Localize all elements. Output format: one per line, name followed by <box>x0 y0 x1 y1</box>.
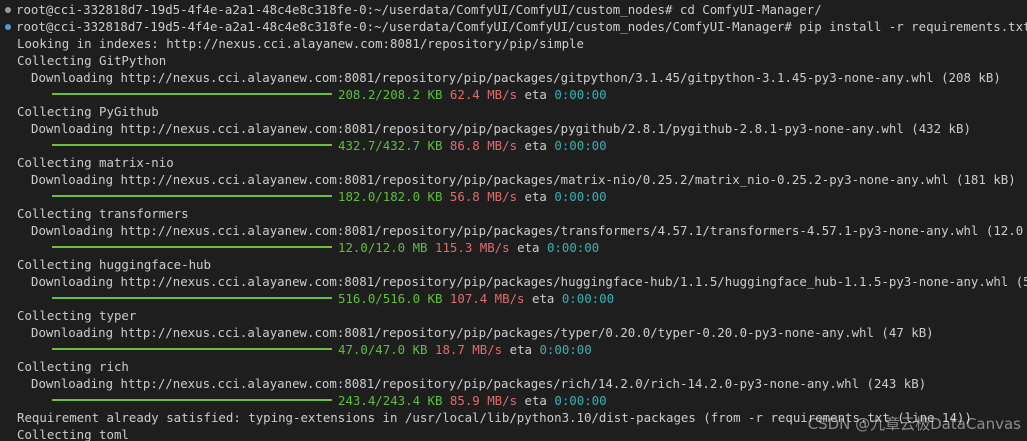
collecting-line: Collecting GitPython <box>17 53 167 68</box>
downloading-line: Downloading http://nexus.cci.alayanew.co… <box>31 172 1016 187</box>
progress-line: 432.7/432.7 KB 86.8 MB/s eta 0:00:00 <box>0 137 1027 154</box>
eta-value: 0:00:00 <box>554 393 607 408</box>
eta-label: eta <box>524 138 547 153</box>
download-speed: 56.8 MB/s <box>449 189 518 204</box>
progress-bar <box>52 93 332 95</box>
download-size: 182.0/182.0 KB <box>338 189 443 204</box>
downloading-line: Downloading http://nexus.cci.alayanew.co… <box>31 376 927 391</box>
collecting-line: Collecting huggingface-hub <box>17 257 211 272</box>
index-line: Looking in indexes: http://nexus.cci.ala… <box>17 36 584 51</box>
eta-value: 0:00:00 <box>554 138 607 153</box>
downloading-line: Downloading http://nexus.cci.alayanew.co… <box>31 223 1027 238</box>
progress-line: 208.2/208.2 KB 62.4 MB/s eta 0:00:00 <box>0 86 1027 103</box>
download-size: 47.0/47.0 KB <box>338 342 428 357</box>
eta-label: eta <box>531 291 555 306</box>
progress-bar <box>52 195 332 197</box>
download-speed: 85.9 MB/s <box>449 393 518 408</box>
progress-bar <box>52 297 332 299</box>
progress-bar <box>52 144 332 146</box>
progress-line: 243.4/243.4 KB 85.9 MB/s eta 0:00:00 <box>0 392 1027 409</box>
progress-line: 182.0/182.0 KB 56.8 MB/s eta 0:00:00 <box>0 188 1027 205</box>
progress-line: 516.0/516.0 KB 107.4 MB/s eta 0:00:00 <box>0 290 1027 307</box>
prompt-text: root@cci-332818d7-19d5-4f4e-a2a1-48c4e8c… <box>16 19 1027 34</box>
terminal-output[interactable]: root@cci-332818d7-19d5-4f4e-a2a1-48c4e8c… <box>0 0 1027 441</box>
download-size: 12.0/12.0 MB <box>338 240 428 255</box>
download-speed: 62.4 MB/s <box>449 87 518 102</box>
watermark: CSDN @九章云极DataCanvas <box>807 415 1021 433</box>
downloading-line: Downloading http://nexus.cci.alayanew.co… <box>31 325 934 340</box>
eta-value: 0:00:00 <box>561 291 615 306</box>
prompt-line-1: root@cci-332818d7-19d5-4f4e-a2a1-48c4e8c… <box>0 1 1027 18</box>
downloading-line: Downloading http://nexus.cci.alayanew.co… <box>31 121 971 136</box>
download-speed: 107.4 MB/s <box>449 291 525 306</box>
progress-bar <box>52 399 332 401</box>
collecting-line: Collecting typer <box>17 308 137 323</box>
download-size: 432.7/432.7 KB <box>338 138 443 153</box>
progress-bar <box>52 246 332 248</box>
collecting-line: Collecting PyGithub <box>17 104 159 119</box>
downloading-line: Downloading http://nexus.cci.alayanew.co… <box>31 70 1001 85</box>
download-size: 516.0/516.0 KB <box>338 291 443 306</box>
prompt-line-2: root@cci-332818d7-19d5-4f4e-a2a1-48c4e8c… <box>0 18 1027 35</box>
command-status-dot-icon <box>5 24 11 30</box>
eta-label: eta <box>517 240 540 255</box>
progress-line: 12.0/12.0 MB 115.3 MB/s eta 0:00:00 <box>0 239 1027 256</box>
downloading-line: Downloading http://nexus.cci.alayanew.co… <box>31 274 1027 289</box>
collecting-line: Collecting rich <box>17 359 129 374</box>
eta-value: 0:00:00 <box>539 342 592 357</box>
command-status-dot-icon <box>5 7 11 13</box>
prompt-text: root@cci-332818d7-19d5-4f4e-a2a1-48c4e8c… <box>16 2 822 17</box>
eta-label: eta <box>524 189 547 204</box>
download-speed: 18.7 MB/s <box>435 342 503 357</box>
download-size: 208.2/208.2 KB <box>338 87 443 102</box>
eta-value: 0:00:00 <box>554 87 607 102</box>
collecting-line: Collecting matrix-nio <box>17 155 174 170</box>
progress-line: 47.0/47.0 KB 18.7 MB/s eta 0:00:00 <box>0 341 1027 358</box>
eta-label: eta <box>509 342 532 357</box>
download-size: 243.4/243.4 KB <box>338 393 443 408</box>
collecting-line: Collecting transformers <box>17 206 189 221</box>
download-speed: 115.3 MB/s <box>435 240 510 255</box>
eta-value: 0:00:00 <box>554 189 607 204</box>
eta-label: eta <box>524 393 547 408</box>
eta-value: 0:00:00 <box>546 240 600 255</box>
download-speed: 86.8 MB/s <box>449 138 518 153</box>
progress-bar <box>52 348 332 350</box>
eta-label: eta <box>524 87 547 102</box>
